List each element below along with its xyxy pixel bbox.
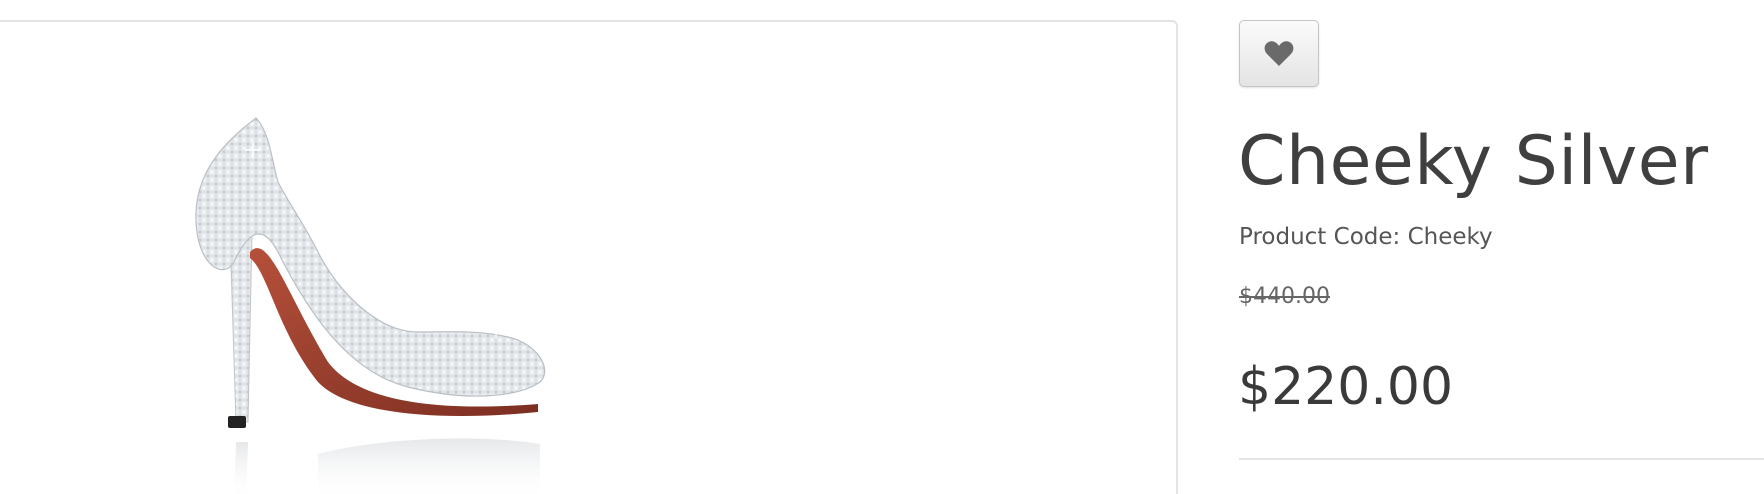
product-image[interactable]: [178, 82, 638, 494]
product-code: Product Code: Cheeky: [1239, 224, 1493, 250]
heart-icon: [1264, 41, 1294, 66]
wishlist-button[interactable]: [1239, 20, 1319, 87]
product-title: Cheeky Silver: [1238, 122, 1709, 201]
old-price: $440.00: [1239, 284, 1330, 309]
sale-price: $220.00: [1238, 357, 1454, 417]
divider: [1239, 458, 1764, 460]
product-page: Cheeky Silver Product Code: Cheeky $440.…: [0, 0, 1764, 494]
product-image-panel[interactable]: [0, 20, 1178, 494]
